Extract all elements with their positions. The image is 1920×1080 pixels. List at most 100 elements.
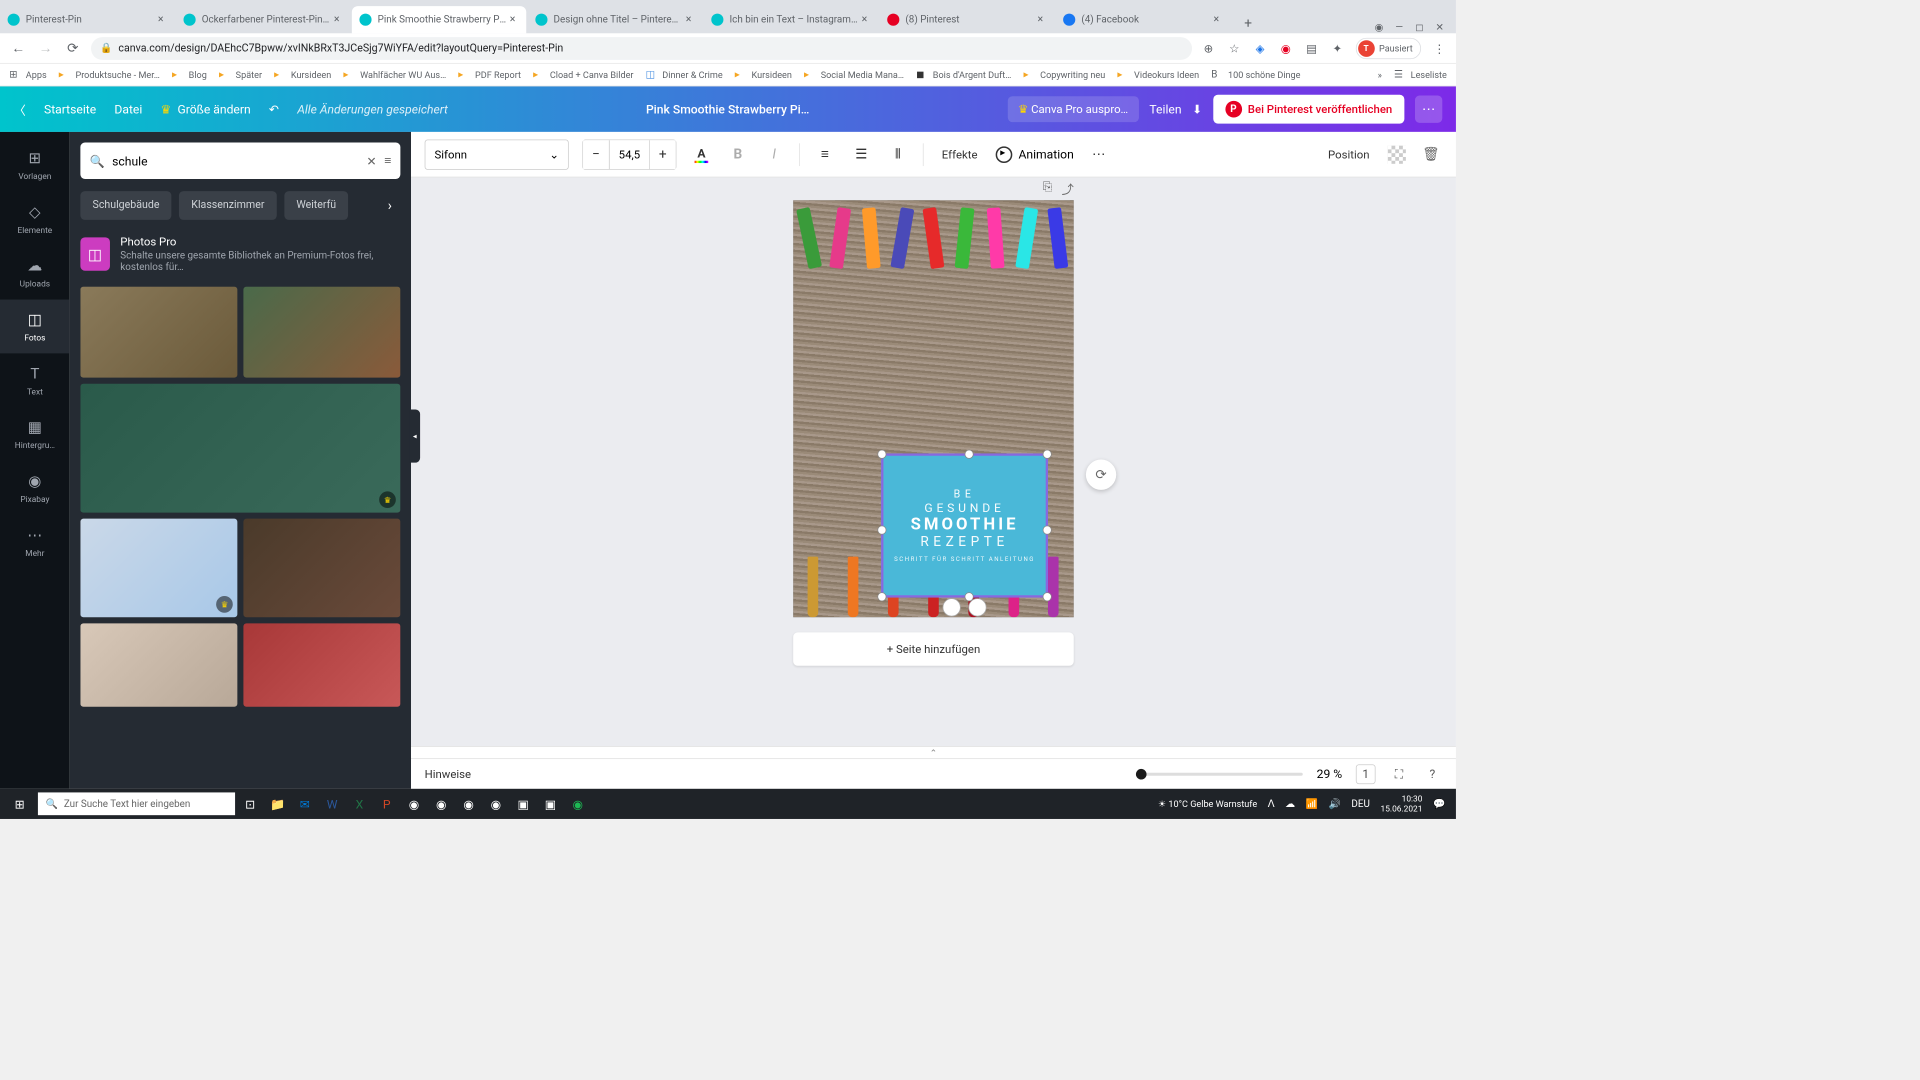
italic-button[interactable]: I (763, 143, 786, 166)
home-button[interactable]: Startseite (44, 102, 96, 116)
publish-pinterest-button[interactable]: PBei Pinterest veröffentlichen (1213, 95, 1404, 124)
hints-button[interactable]: Hinweise (425, 767, 471, 781)
trial-button[interactable]: ♛ Canva Pro auspro… (1007, 96, 1138, 122)
chip-item[interactable]: Weiterfü (284, 191, 348, 220)
rail-background[interactable]: ▦Hintergru… (0, 407, 70, 461)
fullscreen-button[interactable]: ⛶ (1389, 764, 1409, 784)
clock[interactable]: 10:3015.06.2021 (1381, 794, 1423, 814)
chip-scroll-right[interactable]: › (379, 191, 400, 220)
tab-1[interactable]: Ockerfarbener Pinterest-Pin Re…× (176, 6, 350, 33)
effects-button[interactable]: Effekte (937, 147, 982, 161)
bookmark-overflow[interactable]: » (1378, 69, 1382, 80)
bookmark-item[interactable]: ◫Dinner & Crime (646, 69, 723, 81)
close-icon[interactable]: × (507, 14, 519, 26)
bookmark-item[interactable]: ▸Produktsuche - Mer… (59, 69, 160, 81)
rail-elements[interactable]: ◇Elemente (0, 192, 70, 246)
search-input[interactable] (112, 154, 359, 168)
rail-text[interactable]: TText (0, 353, 70, 407)
photo-result[interactable]: ♛ (80, 384, 400, 513)
selected-text-element[interactable]: BE GESUNDE SMOOTHIE REZEPTE SCHRITT FÜR … (881, 453, 1048, 597)
powerpoint-icon[interactable]: P (375, 792, 399, 816)
delete-button[interactable]: 🗑 (1420, 143, 1443, 166)
bookmark-item[interactable]: ▸Später (219, 69, 262, 81)
search-box[interactable]: 🔍 ✕ ≡ (80, 143, 400, 179)
tray-expand-icon[interactable]: ᐱ (1268, 798, 1275, 809)
undo-button[interactable]: ↶ (269, 102, 279, 116)
font-select[interactable]: Sifonn⌄ (425, 139, 569, 169)
close-icon[interactable]: × (1210, 14, 1222, 26)
wifi-icon[interactable]: 📶 (1306, 798, 1318, 809)
bookmark-item[interactable]: ▸Kursideen (274, 69, 331, 81)
apps-button[interactable]: ⊞Apps (9, 69, 47, 81)
zoom-icon[interactable]: ⊕ (1201, 41, 1216, 56)
add-page-button[interactable]: + Seite hinzufügen (793, 632, 1074, 665)
spotify-icon[interactable]: ◉ (566, 792, 590, 816)
photo-result[interactable] (243, 287, 400, 378)
photo-result[interactable] (243, 623, 400, 706)
photo-result[interactable] (243, 519, 400, 618)
new-tab-button[interactable]: + (1238, 12, 1259, 33)
document-title[interactable]: Pink Smoothie Strawberry Pi… (646, 102, 809, 116)
tab-2[interactable]: Pink Smoothie Strawberry Pinte…× (352, 6, 526, 33)
clear-icon[interactable]: ✕ (366, 154, 376, 168)
bookmark-item[interactable]: ▸Blog (172, 69, 207, 81)
app-icon[interactable]: ▣ (511, 792, 535, 816)
bold-button[interactable]: B (726, 143, 749, 166)
rail-pixabay[interactable]: ◉Pixabay (0, 461, 70, 515)
filter-icon[interactable]: ≡ (384, 153, 391, 168)
refresh-variant-button[interactable]: ⟳ (1086, 460, 1116, 490)
url-input[interactable]: 🔒 canva.com/design/DAEhcC7Bpww/xvINkBRxT… (91, 37, 1192, 60)
bookmark-item[interactable]: ▸Kursideen (735, 69, 792, 81)
more-menu[interactable]: ⋯ (1415, 96, 1442, 123)
close-icon[interactable]: × (858, 14, 870, 26)
resize-button[interactable]: ♛Größe ändern (161, 102, 251, 116)
explorer-icon[interactable]: 📁 (265, 792, 289, 816)
bookmark-item[interactable]: ▸Cload + Canva Bilder (533, 69, 633, 81)
bookmark-item[interactable]: ◼Bois d'Argent Duft… (916, 69, 1011, 81)
photo-result[interactable]: ♛ (80, 519, 237, 618)
tab-0[interactable]: Pinterest-Pin× (0, 6, 174, 33)
app-icon[interactable]: ◉ (429, 792, 453, 816)
close-window-icon[interactable]: ✕ (1436, 22, 1444, 33)
page-count-button[interactable]: 1 (1356, 764, 1376, 784)
word-icon[interactable]: W (320, 792, 344, 816)
close-icon[interactable]: × (155, 14, 167, 26)
align-button[interactable]: ≡ (814, 143, 837, 166)
download-button[interactable]: ⬇ (1192, 102, 1202, 116)
close-icon[interactable]: × (682, 14, 694, 26)
text-color-button[interactable]: A (690, 143, 713, 166)
bookmark-item[interactable]: ▸Copywriting neu (1023, 69, 1105, 81)
volume-icon[interactable]: 🔊 (1329, 798, 1341, 809)
more-options[interactable]: ⋯ (1087, 143, 1110, 166)
help-button[interactable]: ? (1423, 764, 1443, 784)
app-icon[interactable]: ◉ (402, 792, 426, 816)
decrease-size-button[interactable]: − (583, 140, 609, 169)
collapse-panel-button[interactable]: ◂ (409, 409, 420, 462)
rail-more[interactable]: ⋯Mehr (0, 515, 70, 569)
chrome-icon[interactable]: ◉ (456, 792, 480, 816)
photo-result[interactable] (80, 287, 237, 378)
ext-icon-2[interactable]: ◉ (1278, 41, 1293, 56)
ext-icon-1[interactable]: ◈ (1252, 41, 1267, 56)
bookmark-item[interactable]: B100 schöne Dinge (1211, 69, 1300, 81)
onedrive-icon[interactable]: ☁ (1285, 798, 1295, 809)
chip-item[interactable]: Klassenzimmer (179, 191, 276, 220)
forward-button[interactable]: → (36, 39, 54, 57)
increase-size-button[interactable]: + (650, 140, 676, 169)
minimize-icon[interactable]: — (1395, 22, 1403, 33)
excel-icon[interactable]: X (347, 792, 371, 816)
font-size-input[interactable] (609, 140, 650, 169)
design-stage[interactable]: ⎘ ⤴ (411, 177, 1456, 746)
photos-pro-promo[interactable]: ◫ Photos Pro Schalte unsere gesamte Bibl… (80, 235, 400, 273)
close-icon[interactable]: × (331, 14, 343, 26)
notifications-icon[interactable]: 💬 (1433, 798, 1445, 809)
rail-templates[interactable]: ⊞Vorlagen (0, 138, 70, 192)
photo-result[interactable] (80, 623, 237, 706)
file-menu[interactable]: Datei (114, 102, 142, 116)
weather-widget[interactable]: ☀ 10°C Gelbe Warnstufe (1158, 798, 1257, 809)
move-handle[interactable]: ✥ (968, 598, 986, 616)
start-button[interactable]: ⊞ (5, 792, 35, 815)
task-view-button[interactable]: ⊡ (238, 792, 262, 816)
ext-icon-3[interactable]: ▤ (1304, 41, 1319, 56)
animation-button[interactable]: Animation (996, 146, 1074, 163)
